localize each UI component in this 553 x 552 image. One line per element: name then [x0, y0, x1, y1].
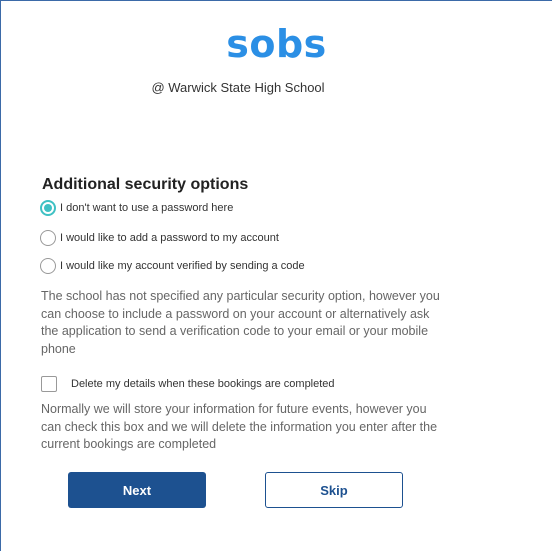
sobs-logo: sobs — [226, 22, 327, 66]
delete-details-checkbox[interactable] — [41, 376, 57, 392]
next-button[interactable]: Next — [68, 472, 206, 508]
option-add-password[interactable]: I would like to add a password to my acc… — [40, 230, 279, 246]
option-verify-code[interactable]: I would like my account verified by send… — [40, 258, 305, 274]
school-name: @ Warwick State High School — [151, 80, 325, 95]
security-info-text: The school has not specified any particu… — [41, 289, 440, 356]
radio-no-password[interactable] — [40, 200, 56, 216]
radio-verify-code[interactable] — [40, 258, 56, 274]
option-verify-code-label: I would like my account verified by send… — [60, 260, 305, 272]
section-title: Additional security options — [42, 176, 249, 193]
option-no-password[interactable]: I don't want to use a password here — [40, 200, 233, 216]
option-add-password-label: I would like to add a password to my acc… — [60, 232, 279, 244]
delete-details-option[interactable]: Delete my details when these bookings ar… — [41, 376, 335, 392]
delete-info-text: Normally we will store your information … — [41, 402, 438, 451]
skip-button[interactable]: Skip — [265, 472, 403, 508]
delete-details-label: Delete my details when these bookings ar… — [71, 378, 335, 390]
radio-add-password[interactable] — [40, 230, 56, 246]
option-no-password-label: I don't want to use a password here — [60, 202, 234, 214]
